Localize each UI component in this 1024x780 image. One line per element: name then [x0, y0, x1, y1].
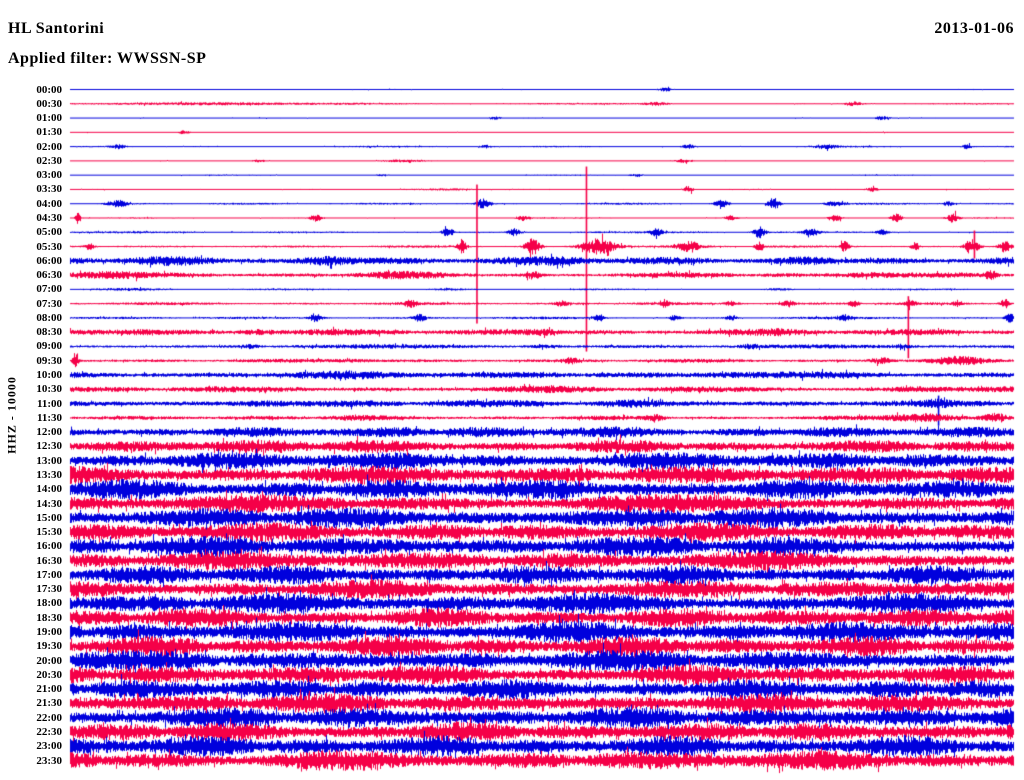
time-label: 08:00: [36, 311, 62, 324]
helicorder-page: HL Santorini 2013-01-06 Applied filter: …: [0, 0, 1024, 780]
time-label: 03:00: [36, 169, 62, 182]
time-label: 23:30: [36, 754, 62, 767]
time-label: 20:30: [36, 668, 62, 681]
time-label: 09:30: [36, 354, 62, 367]
time-label: 11:00: [36, 397, 62, 410]
time-label: 02:30: [36, 154, 62, 167]
time-label: 05:30: [36, 240, 62, 253]
time-label: 16:30: [36, 554, 62, 567]
time-label: 18:30: [36, 611, 62, 624]
time-label: 17:00: [36, 568, 62, 581]
time-label: 12:30: [36, 440, 62, 453]
time-label: 22:00: [36, 711, 62, 724]
time-label: 07:30: [36, 297, 62, 310]
time-label: 23:00: [36, 740, 62, 753]
time-label: 19:00: [36, 626, 62, 638]
time-label: 21:30: [36, 697, 62, 710]
time-label: 14:00: [36, 483, 62, 496]
time-label: 09:00: [36, 340, 62, 353]
time-label: 22:30: [36, 725, 62, 738]
time-label: 01:00: [36, 112, 62, 125]
time-label: 03:30: [36, 183, 62, 196]
time-label: 13:30: [36, 468, 62, 481]
time-label: 05:00: [36, 226, 62, 239]
station-title: HL Santorini: [8, 20, 105, 37]
applied-filter-label: Applied filter: WWSSN-SP: [8, 50, 207, 67]
time-label: 16:00: [36, 540, 62, 553]
time-label: 00:00: [36, 83, 62, 96]
time-label: 12:00: [36, 426, 62, 439]
time-label: 06:00: [36, 254, 62, 267]
time-label: 10:00: [36, 369, 62, 382]
time-label: 14:30: [36, 497, 62, 510]
time-label: 00:30: [36, 97, 62, 110]
time-label: 08:30: [36, 326, 62, 339]
helicorder-traces-canvas: [68, 80, 1016, 780]
time-label: 01:30: [36, 126, 62, 139]
time-label: 15:30: [36, 526, 62, 539]
time-label: 06:30: [36, 269, 62, 282]
time-label: 02:00: [36, 140, 62, 153]
time-label: 13:00: [36, 454, 62, 467]
time-label: 21:00: [36, 683, 62, 696]
time-label: 19:30: [36, 640, 62, 653]
time-label: 20:00: [36, 654, 62, 667]
date-label: 2013-01-06: [934, 20, 1014, 37]
time-label: 15:00: [36, 511, 62, 524]
time-label: 11:30: [36, 411, 62, 424]
time-label: 18:00: [36, 597, 62, 610]
time-label: 04:00: [36, 197, 62, 210]
time-label: 04:30: [36, 211, 62, 224]
time-label: 17:30: [36, 583, 62, 596]
time-label: 07:00: [36, 283, 62, 296]
time-label: 10:30: [36, 383, 62, 396]
